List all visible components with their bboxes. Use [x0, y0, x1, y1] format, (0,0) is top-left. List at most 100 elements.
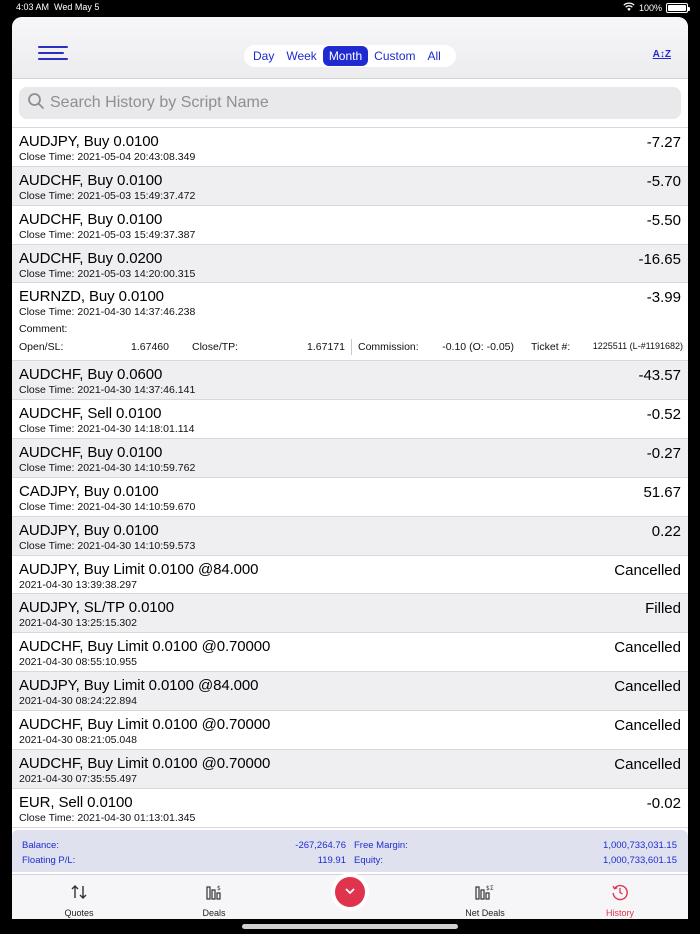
deals-icon: $ — [169, 883, 259, 901]
row-time: Close Time: 2021-04-30 14:10:59.670 — [19, 500, 196, 513]
history-row[interactable]: AUDJPY, Buy 0.0100 Close Time: 2021-05-0… — [12, 128, 688, 167]
period-segmented-control: Day Week Month Custom All — [244, 45, 456, 67]
history-list: AUDJPY, Buy 0.0100 Close Time: 2021-05-0… — [12, 127, 688, 829]
row-time: 2021-04-30 08:21:05.048 — [19, 733, 137, 746]
ticket-value: 1225511 (L-#1191682) — [592, 341, 683, 352]
center-action-button[interactable] — [335, 877, 365, 907]
tab-quotes[interactable]: Quotes — [34, 875, 124, 919]
history-row[interactable]: AUDCHF, Buy 0.0100 Close Time: 2021-05-0… — [12, 206, 688, 245]
account-summary: Balance: -267,264.76 Free Margin: 1,000,… — [12, 830, 688, 872]
free-margin-label: Free Margin: — [354, 840, 408, 851]
history-row[interactable]: AUDCHF, Buy Limit 0.0100 @0.70000 2021-0… — [12, 711, 688, 750]
history-row[interactable]: EUR, Sell 0.0100 Close Time: 2021-04-30 … — [12, 789, 688, 828]
history-row[interactable]: AUDJPY, Buy Limit 0.0100 @84.000 2021-04… — [12, 556, 688, 595]
status-bar: 4:03 AM Wed May 5 100% — [0, 0, 700, 16]
row-title: AUDCHF, Buy 0.0100 — [19, 171, 163, 189]
row-status: Filled — [645, 600, 681, 618]
history-clock-icon — [575, 883, 665, 901]
row-title: AUDCHF, Buy Limit 0.0100 @0.70000 — [19, 754, 271, 772]
status-time: 4:03 AM Wed May 5 — [16, 2, 100, 12]
tab-net-deals[interactable]: $Σ Net Deals — [440, 875, 530, 919]
ticket-label: Ticket #: — [531, 341, 571, 354]
commission-label: Commission: — [358, 341, 419, 354]
history-row[interactable]: CADJPY, Buy 0.0100 Close Time: 2021-04-3… — [12, 478, 688, 517]
menu-icon[interactable] — [38, 46, 68, 64]
equity-value: 1,000,733,601.15 — [603, 855, 677, 866]
quotes-icon — [34, 883, 124, 901]
svg-text:$: $ — [217, 885, 221, 892]
row-title: AUDJPY, Buy 0.0100 — [19, 133, 159, 150]
close-tp-value: 1.67171 — [307, 341, 345, 354]
tab-history[interactable]: History — [575, 875, 665, 919]
search-icon — [27, 92, 45, 115]
row-title: AUDJPY, Buy Limit 0.0100 @84.000 — [19, 677, 259, 695]
segment-custom[interactable]: Custom — [368, 46, 421, 66]
row-status: Cancelled — [614, 755, 681, 773]
history-row[interactable]: AUDJPY, Buy 0.0100 Close Time: 2021-04-3… — [12, 516, 688, 556]
row-time: Close Time: 2021-04-30 14:37:46.238 — [19, 306, 196, 319]
row-title: AUDCHF, Sell 0.0100 — [19, 405, 162, 423]
segment-week[interactable]: Week — [280, 46, 322, 66]
row-value: -0.52 — [646, 406, 681, 424]
search-bar — [19, 87, 681, 119]
open-sl-label: Open/SL: — [19, 341, 64, 354]
row-time: 2021-04-30 07:35:55.497 — [19, 772, 137, 785]
tab-history-label: History — [605, 908, 634, 918]
history-row[interactable]: AUDJPY, Buy Limit 0.0100 @84.000 2021-04… — [12, 672, 688, 711]
history-row[interactable]: AUDCHF, Buy 0.0100 Close Time: 2021-04-3… — [12, 439, 688, 478]
tab-deals[interactable]: $ Deals — [169, 875, 259, 919]
row-title: EURNZD, Buy 0.0100 — [19, 288, 164, 306]
history-row[interactable]: AUDJPY, SL/TP 0.0100 2021-04-30 13:25:15… — [12, 594, 688, 634]
row-status: Cancelled — [614, 716, 681, 734]
equity-label: Equity: — [354, 855, 384, 866]
open-sl-value: 1.67460 — [131, 341, 169, 354]
history-row-expanded[interactable]: EURNZD, Buy 0.0100 Close Time: 2021-04-3… — [12, 283, 688, 362]
close-tp-label: Close/TP: — [192, 341, 239, 354]
search-input[interactable] — [50, 94, 650, 112]
row-title: AUDCHF, Buy 0.0100 — [19, 444, 163, 462]
commission-value: -0.10 (O: -0.05) — [442, 341, 514, 354]
row-value: -3.99 — [646, 289, 681, 307]
row-value: -0.02 — [646, 794, 681, 812]
segment-all[interactable]: All — [422, 46, 453, 66]
segment-day[interactable]: Day — [247, 46, 280, 66]
row-value: -16.65 — [638, 250, 681, 268]
history-row[interactable]: AUDCHF, Buy 0.0600 Close Time: 2021-04-3… — [12, 361, 688, 401]
row-value: -7.27 — [646, 134, 681, 151]
row-title: AUDJPY, SL/TP 0.0100 — [19, 599, 175, 617]
tab-bar: Quotes $ Deals $Σ Net Deals History — [12, 874, 688, 919]
app-window: Day Week Month Custom All A↕Z AUDJPY, Bu… — [12, 17, 688, 919]
row-value: -5.50 — [646, 211, 681, 229]
balance-label: Balance: — [22, 840, 59, 851]
row-value: 51.67 — [643, 483, 681, 501]
free-margin-value: 1,000,733,031.15 — [603, 840, 677, 851]
row-time: 2021-04-30 08:24:22.894 — [19, 695, 137, 708]
row-title: AUDCHF, Buy 0.0600 — [19, 366, 163, 384]
home-indicator[interactable] — [242, 924, 458, 929]
history-row[interactable]: AUDCHF, Buy 0.0100 Close Time: 2021-05-0… — [12, 166, 688, 206]
row-title: AUDCHF, Buy Limit 0.0100 @0.70000 — [19, 638, 271, 656]
history-row[interactable]: AUDCHF, Buy Limit 0.0100 @0.70000 2021-0… — [12, 633, 688, 673]
segment-month[interactable]: Month — [322, 46, 369, 66]
floating-pl-value: 119.91 — [317, 855, 346, 866]
row-title: AUDCHF, Buy 0.0100 — [19, 210, 163, 228]
row-status: Cancelled — [614, 639, 681, 657]
row-time: Close Time: 2021-05-04 20:43:08.349 — [19, 151, 196, 163]
row-time: 2021-04-30 13:25:15.302 — [19, 617, 137, 630]
history-row[interactable]: AUDCHF, Buy Limit 0.0100 @0.70000 2021-0… — [12, 749, 688, 789]
row-time: Close Time: 2021-04-30 01:13:01.345 — [19, 811, 196, 824]
row-time: Close Time: 2021-04-30 14:10:59.762 — [19, 462, 196, 475]
history-row[interactable]: AUDCHF, Buy 0.0200 Close Time: 2021-05-0… — [12, 244, 688, 284]
battery-icon — [666, 2, 690, 13]
history-row[interactable]: AUDCHF, Sell 0.0100 Close Time: 2021-04-… — [12, 400, 688, 440]
row-status: Cancelled — [614, 561, 681, 579]
row-details: Open/SL: 1.67460 Close/TP: 1.67171 Commi… — [19, 338, 683, 356]
row-time: Close Time: 2021-05-03 15:49:37.387 — [19, 228, 196, 241]
row-time: Close Time: 2021-04-30 14:10:59.573 — [19, 539, 196, 552]
row-title: AUDCHF, Buy 0.0200 — [19, 249, 163, 267]
row-value: 0.22 — [651, 522, 681, 540]
row-comment-label: Comment: — [19, 323, 68, 336]
row-title: EUR, Sell 0.0100 — [19, 793, 133, 811]
sort-az-icon[interactable]: A↕Z — [653, 49, 671, 60]
row-time: Close Time: 2021-04-30 14:18:01.114 — [19, 423, 195, 436]
